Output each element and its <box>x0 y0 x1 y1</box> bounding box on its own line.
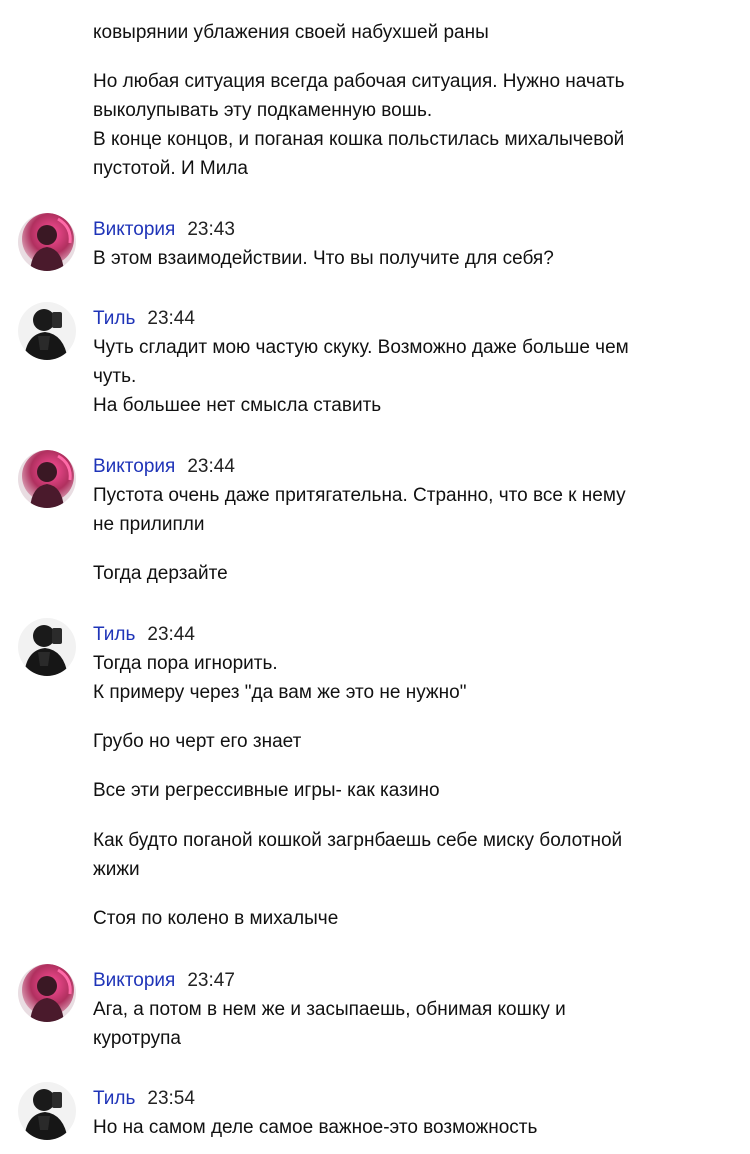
message-text: Как будто поганой кошкой загрнбаешь себе… <box>93 830 623 880</box>
message-text: Тогда пора игнорить. К примеру через "да… <box>93 653 467 703</box>
message-text: Стоя по колено в михалыче <box>93 908 339 929</box>
message-header: Тиль 23:54 <box>93 1084 195 1114</box>
viktoria-avatar-image <box>18 964 76 1022</box>
author-name[interactable]: Виктория <box>93 215 175 245</box>
til-avatar-image <box>18 1082 76 1140</box>
message-header: Тиль 23:44 <box>93 620 195 650</box>
viktoria-avatar[interactable] <box>18 450 76 508</box>
message-text: Пустота очень даже притягательна. Странн… <box>93 485 626 535</box>
message-time: 23:43 <box>187 219 235 240</box>
message-text: Тогда дерзайте <box>93 563 228 584</box>
chat-message-list: ковырянии ублажения своей набухшей раны … <box>0 0 750 1154</box>
message-text: Грубо но черт его знает <box>93 731 302 752</box>
til-avatar[interactable] <box>18 302 76 360</box>
message-text: Но любая ситуация всегда рабочая ситуаци… <box>93 71 625 179</box>
viktoria-avatar[interactable] <box>18 213 76 271</box>
author-name[interactable]: Тиль <box>93 304 135 334</box>
til-avatar-image <box>18 302 76 360</box>
message-text: Все эти регрессивные игры- как казино <box>93 780 440 801</box>
message-header: Тиль 23:44 <box>93 304 195 334</box>
author-name[interactable]: Виктория <box>93 966 175 996</box>
viktoria-avatar-image <box>18 450 76 508</box>
author-name[interactable]: Тиль <box>93 1084 135 1114</box>
message-time: 23:44 <box>187 456 235 477</box>
til-avatar[interactable] <box>18 618 76 676</box>
message-text: Чуть сгладит мою частую скуку. Возможно … <box>93 337 629 416</box>
message-time: 23:54 <box>147 1088 195 1109</box>
message-text: В этом взаимодействии. Что вы получите д… <box>93 248 554 269</box>
viktoria-avatar-image <box>18 213 76 271</box>
author-name[interactable]: Тиль <box>93 620 135 650</box>
author-name[interactable]: Виктория <box>93 452 175 482</box>
message-time: 23:44 <box>147 624 195 645</box>
message-time: 23:47 <box>187 970 235 991</box>
message-header: Виктория 23:43 <box>93 215 235 245</box>
message-header: Виктория 23:44 <box>93 452 235 482</box>
message-time: 23:44 <box>147 308 195 329</box>
message-header: Виктория 23:47 <box>93 966 235 996</box>
viktoria-avatar[interactable] <box>18 964 76 1022</box>
til-avatar-image <box>18 618 76 676</box>
til-avatar[interactable] <box>18 1082 76 1140</box>
message-text: Но на самом деле самое важное-это возмож… <box>93 1117 538 1138</box>
message-text: Ага, а потом в нем же и засыпаешь, обним… <box>93 999 566 1049</box>
message-text: ковырянии ублажения своей набухшей раны <box>93 22 489 43</box>
